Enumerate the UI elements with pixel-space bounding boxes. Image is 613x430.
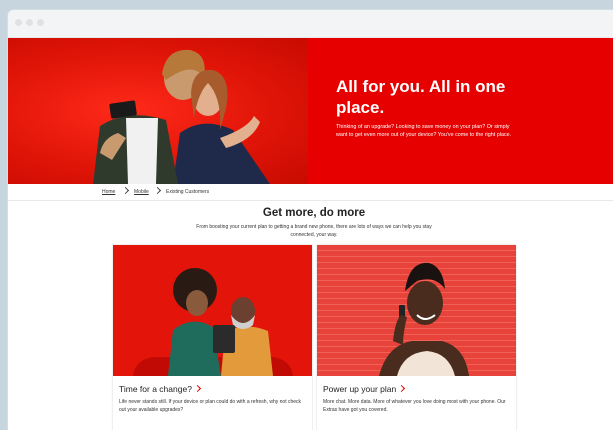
hero-banner: All for you. All in one place. Thinking … bbox=[8, 38, 613, 184]
breadcrumb-home-link[interactable]: Home bbox=[102, 189, 115, 195]
section-subtitle: From boosting your current plan to getti… bbox=[196, 224, 432, 238]
card-title[interactable]: Power up your plan bbox=[323, 384, 406, 394]
window-titlebar bbox=[8, 10, 613, 38]
card-description: More chat. More data. More of whatever y… bbox=[323, 399, 506, 413]
breadcrumb-current: Existing Customers bbox=[166, 189, 210, 195]
chevron-right-icon bbox=[398, 384, 406, 393]
card-upgrade[interactable]: Time for a change? Life never stands sti… bbox=[113, 245, 312, 430]
card-image bbox=[317, 245, 516, 376]
browser-window: All for you. All in one place. Thinking … bbox=[8, 10, 613, 430]
hero-couple-illustration bbox=[93, 49, 270, 184]
breadcrumb: Home Mobile Existing Customers bbox=[8, 184, 613, 201]
chevron-right-icon bbox=[153, 186, 162, 195]
hero-image bbox=[8, 38, 308, 184]
breadcrumb-mobile-link[interactable]: Mobile bbox=[134, 189, 149, 195]
window-control-dot[interactable] bbox=[26, 19, 33, 26]
card-description: Life never stands still. If your device … bbox=[119, 399, 302, 413]
chevron-right-icon bbox=[121, 186, 130, 195]
window-control-dot[interactable] bbox=[15, 19, 22, 26]
card-title-text[interactable]: Power up your plan bbox=[323, 384, 396, 394]
section-title: Get more, do more bbox=[262, 207, 366, 219]
hero-description: Thinking of an upgrade? Looking to save … bbox=[336, 124, 512, 138]
window-control-dot[interactable] bbox=[37, 19, 44, 26]
card-power-up[interactable]: Power up your plan More chat. More data.… bbox=[317, 245, 516, 430]
card-title-text[interactable]: Time for a change? bbox=[119, 384, 192, 394]
chevron-right-icon bbox=[193, 384, 201, 393]
card-woman-phone-illustration bbox=[379, 262, 469, 376]
card-couple-illustration bbox=[113, 245, 312, 376]
card-image bbox=[113, 245, 312, 376]
hero-title: All for you. All in one place. bbox=[336, 77, 506, 117]
card-title[interactable]: Time for a change? bbox=[119, 384, 201, 394]
